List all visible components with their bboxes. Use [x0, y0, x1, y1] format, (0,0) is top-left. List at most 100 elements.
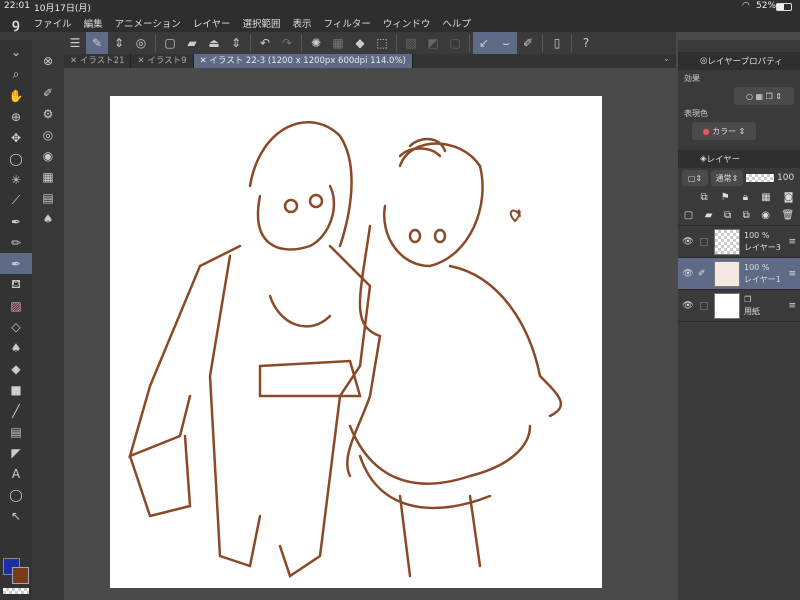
ruler-pen-icon[interactable]: ✐	[517, 32, 539, 54]
move-icon[interactable]: ✥	[0, 127, 32, 148]
fill-icon[interactable]: ◆	[0, 358, 32, 379]
transfer-down-icon[interactable]: ⧉	[724, 210, 731, 221]
open-folder-icon[interactable]: ▰	[181, 32, 203, 54]
undo-icon[interactable]: ↶	[254, 32, 276, 54]
lock-transparency-icon[interactable]: ▦	[761, 192, 770, 203]
balloon-icon[interactable]: ◯	[0, 484, 32, 505]
layer-color-select[interactable]: ▢⇕	[682, 170, 708, 186]
subtool-group-icon[interactable]: ◎	[32, 124, 64, 145]
eraser-icon[interactable]: ◇	[0, 316, 32, 337]
mask-icon[interactable]: ◉	[761, 210, 770, 221]
subtool-settings-icon[interactable]: ⚙	[32, 103, 64, 124]
eye-icon[interactable]: 👁︎	[678, 301, 698, 311]
help-icon[interactable]: ?	[575, 32, 597, 54]
fill-icon[interactable]: ◆	[349, 32, 371, 54]
new-folder-icon[interactable]: ▰	[705, 210, 713, 221]
trash-icon[interactable]: 🗑︎	[782, 210, 795, 221]
deselect-icon[interactable]: ▧	[400, 32, 422, 54]
brush-stabilizer-icon[interactable]: ⌣	[495, 32, 517, 54]
menu-edit[interactable]: 編集	[84, 16, 103, 30]
reference-icon[interactable]: ⚑	[721, 192, 730, 203]
merge-icon[interactable]: ⧉	[743, 210, 750, 221]
chevron-down-icon[interactable]: ⌄	[663, 54, 676, 68]
layer-row-paper[interactable]: 👁︎ ❐ 用紙 ≡	[678, 290, 800, 322]
menu-help[interactable]: ヘルプ	[442, 16, 471, 30]
tab-illust9[interactable]: ✕ イラスト9	[131, 54, 194, 68]
pen-icon[interactable]: ✒	[0, 211, 32, 232]
add-subtool-icon[interactable]: ✐	[32, 82, 64, 103]
expression-color-select[interactable]: ● カラー ⇕	[692, 122, 756, 140]
menu-layer[interactable]: レイヤー	[193, 16, 231, 30]
layer-property-header[interactable]: ◎ レイヤープロパティ	[678, 52, 800, 70]
sub-color-swatch[interactable]	[12, 567, 29, 584]
canvas-paper[interactable]	[110, 96, 602, 588]
drag-handle-icon[interactable]: ≡	[788, 237, 796, 247]
eye-icon[interactable]: 👁︎	[678, 237, 698, 247]
material-icon[interactable]: ▤	[32, 187, 64, 208]
app-logo-icon[interactable]: ꝯ	[12, 14, 20, 32]
layer-row-selected[interactable]: 👁︎ ✐ 100 % レイヤー1 ≡	[678, 258, 800, 290]
crop-icon[interactable]: ▢	[444, 32, 466, 54]
lock-icon[interactable]: 🔒︎	[743, 192, 748, 203]
new-layer-icon[interactable]: ▢	[684, 210, 693, 221]
new-file-icon[interactable]: ▢	[159, 32, 181, 54]
menu-window[interactable]: ウィンドウ	[383, 16, 431, 30]
hand-icon[interactable]: ✋	[0, 85, 32, 106]
invert-selection-icon[interactable]: ◩	[422, 32, 444, 54]
edit-mode-icon[interactable]: ✎	[86, 32, 108, 54]
correct-line-icon[interactable]: ↖	[0, 505, 32, 526]
menu-filter[interactable]: フィルター	[324, 16, 371, 30]
companion-icon[interactable]: ◎	[130, 32, 152, 54]
effect-selector[interactable]: ○ ▦ ❐ ⇕	[734, 87, 794, 105]
decoration-icon[interactable]: ▨	[0, 295, 32, 316]
updown-icon[interactable]: ⇕	[108, 32, 130, 54]
magic-wand-icon[interactable]: ✳	[0, 169, 32, 190]
figure-icon[interactable]: ╱	[0, 400, 32, 421]
layer-panel-header[interactable]: ◈ レイヤー	[678, 150, 800, 168]
menu-file[interactable]: ファイル	[34, 16, 72, 30]
clip-icon[interactable]: ⧉	[701, 192, 708, 203]
transparent-color-swatch[interactable]	[3, 588, 29, 594]
gradient-icon[interactable]: ■	[0, 379, 32, 400]
opacity-value[interactable]: 100	[777, 173, 794, 183]
chevron-down-icon[interactable]: ⌄	[0, 40, 32, 64]
smartphone-icon[interactable]: ▯	[546, 32, 568, 54]
drag-handle-icon[interactable]: ≡	[788, 301, 796, 311]
frame-icon[interactable]: ▤	[0, 421, 32, 442]
brush-icon[interactable]: ✒	[0, 253, 32, 274]
tool-property-icon[interactable]: ⊗	[32, 40, 64, 82]
loading-icon[interactable]: ✺	[305, 32, 327, 54]
layer-row[interactable]: 👁︎ 100 % レイヤー3 ≡	[678, 226, 800, 258]
blend-icon[interactable]: ♠	[32, 208, 64, 229]
save-icon[interactable]: ⏏	[203, 32, 225, 54]
airbrush-icon[interactable]: ⛾	[0, 274, 32, 295]
tab-illust21[interactable]: ✕ イラスト21	[64, 54, 132, 68]
updown-icon[interactable]: ⇕	[225, 32, 247, 54]
eye-icon[interactable]: 👁︎	[678, 269, 698, 279]
drag-handle-icon[interactable]: ≡	[788, 269, 796, 279]
mask-toggle-icon[interactable]: ◙	[784, 192, 794, 203]
tab-illust22-3[interactable]: ✕ イラスト 22-3 (1200 x 1200px 600dpi 114.0%…	[193, 54, 413, 68]
redo-icon[interactable]: ↷	[276, 32, 298, 54]
blend-icon[interactable]: ♠	[0, 337, 32, 358]
menu-view[interactable]: 表示	[293, 16, 312, 30]
ruler-icon[interactable]: ◤	[0, 442, 32, 463]
layer-checkbox[interactable]	[700, 237, 708, 246]
zoom-icon[interactable]: ⌕	[0, 64, 32, 85]
lasso-icon[interactable]: ◯	[0, 148, 32, 169]
color-set-icon[interactable]: ▦	[32, 166, 64, 187]
brush-size-icon[interactable]: ◉	[32, 145, 64, 166]
opacity-slider[interactable]	[746, 174, 774, 182]
pen-pressure-icon[interactable]: ↙	[473, 32, 495, 54]
transform-icon[interactable]: ⬚	[371, 32, 393, 54]
text-icon[interactable]: A	[0, 463, 32, 484]
layer-checkbox[interactable]	[700, 301, 708, 310]
pencil-icon[interactable]: ✏	[0, 232, 32, 253]
object-icon[interactable]: ⊕	[0, 106, 32, 127]
eyedropper-icon[interactable]: ⟋	[0, 190, 32, 211]
menu-selection[interactable]: 選択範囲	[243, 16, 281, 30]
clear-icon[interactable]: ▦	[327, 32, 349, 54]
menu-icon[interactable]: ☰	[64, 32, 86, 54]
menu-animation[interactable]: アニメーション	[115, 16, 181, 30]
blend-mode-select[interactable]: 通常 ⇕	[711, 170, 743, 186]
